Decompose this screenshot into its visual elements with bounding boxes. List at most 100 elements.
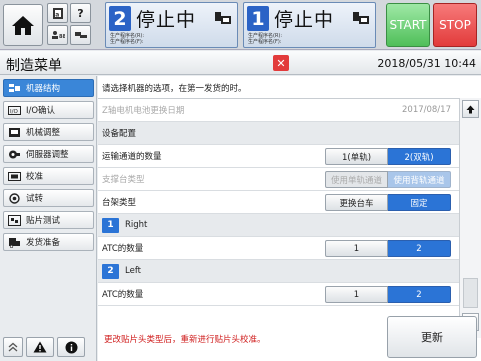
info-button[interactable] — [57, 337, 85, 357]
home-button[interactable] — [3, 4, 43, 46]
sidebar-item-mount-test[interactable]: 贴片测试 — [3, 211, 94, 229]
lane-status-text: 停止中 — [136, 9, 197, 31]
row-label: 台架类型 — [102, 198, 137, 208]
option-fixed[interactable]: 固定 — [388, 194, 451, 211]
update-button[interactable]: 更新 — [387, 316, 477, 358]
vertical-scrollbar[interactable] — [459, 98, 481, 338]
sidebar-item-io-check[interactable]: I/O I/O确认 — [3, 101, 94, 119]
calibration-icon — [8, 171, 21, 182]
section-label: 设备配置 — [102, 129, 137, 139]
svg-text:a: a — [55, 11, 59, 18]
row-label: ATC的数量 — [102, 244, 144, 254]
mount-test-icon — [8, 214, 21, 226]
option-atc-2[interactable]: 2 — [388, 240, 451, 257]
sidebar-item-servo-adjust[interactable]: 伺服器调整 — [3, 145, 94, 163]
start-button[interactable]: START — [386, 3, 430, 47]
lane-program-info: 生产程序名(R): 生产程序名(F): — [248, 33, 283, 45]
lane-status-panel-1[interactable]: 1 停止中 生产程序名(R): 生产程序名(F): — [243, 2, 376, 48]
mechanical-adjust-icon — [8, 127, 21, 138]
table-row-atc-count-left: ATC的数量 1 2 — [98, 283, 459, 306]
lane-status-text: 停止中 — [274, 9, 335, 31]
atc-count-selector-right: 1 2 — [325, 240, 451, 257]
lane-program-info: 生产程序名(R): 生产程序名(F): — [110, 33, 145, 45]
option-single-lane-support[interactable]: 使用单轨通道 — [325, 171, 388, 188]
machine-head-icon — [215, 12, 231, 24]
sidebar-item-shipping-prep[interactable]: 发货准备 — [3, 233, 94, 251]
sidebar-item-label: 伺服器调整 — [26, 150, 69, 160]
trial-run-icon — [8, 192, 21, 204]
sidebar-item-trial-run[interactable]: 试转 — [3, 189, 94, 207]
datetime: 2018/05/31 10:44 — [377, 57, 476, 70]
close-button[interactable]: ✕ — [273, 55, 289, 71]
table-row-support-type: 支撑台类型 使用单轨通道 使用背轨通道 — [98, 168, 459, 191]
option-exchange-cart[interactable]: 更换台车 — [325, 194, 388, 211]
machine-structure-icon — [8, 83, 21, 94]
section-header-lane-right: 1 Right — [98, 214, 459, 237]
warning-message: 更改贴片头类型后，重新进行贴片头校准。 — [104, 335, 266, 345]
machine-head-icon — [353, 12, 369, 24]
sidebar-item-mechanical-adjust[interactable]: 机械调整 — [3, 123, 94, 141]
warning-icon — [33, 341, 47, 353]
row-value: 2017/08/17 — [402, 105, 451, 115]
sidebar-item-label: 机械调整 — [26, 128, 61, 138]
sidebar-item-label: 校准 — [26, 172, 44, 182]
conveyor-button[interactable] — [70, 25, 91, 45]
title-bar: 制造菜单 ✕ 2018/05/31 10:44 — [0, 51, 481, 75]
arrow-up-icon — [466, 105, 475, 113]
option-atc-1[interactable]: 1 — [325, 286, 388, 303]
section-label: Right — [125, 220, 148, 230]
lane-status-panel-2[interactable]: 2 停止中 生产程序名(R): 生产程序名(F): — [105, 2, 238, 48]
sidebar-item-label: I/O确认 — [26, 106, 56, 116]
svg-text:88: 88 — [59, 34, 65, 40]
sidebar-bottom-toolbar — [3, 337, 85, 357]
support-type-selector: 使用单轨通道 使用背轨通道 — [325, 171, 451, 188]
main-panel: 请选择机器的选项，在第一发货的时。 Z轴电机电池更换日期 2017/08/17 … — [98, 76, 481, 361]
info-icon — [65, 341, 77, 353]
lane-number-tag: 1 — [102, 217, 119, 233]
lane-number-badge: 1 — [247, 6, 269, 31]
warning-button[interactable] — [26, 337, 54, 357]
sidebar-item-calibration[interactable]: 校准 — [3, 167, 94, 185]
manual-icon: a — [52, 7, 63, 19]
operator-icon: 88 — [51, 31, 65, 40]
option-single-lane[interactable]: 1(单轨) — [325, 148, 388, 165]
instruction-text: 请选择机器的选项，在第一发货的时。 — [102, 84, 247, 94]
operator-switch-button[interactable]: 88 — [47, 25, 68, 45]
collapse-button[interactable] — [3, 337, 23, 357]
section-label: Left — [125, 266, 141, 276]
table-row-conveyor-count: 运输通道的数量 1(单轨) 2(双轨) — [98, 145, 459, 168]
table-row-z-battery: Z轴电机电池更换日期 2017/08/17 — [98, 99, 459, 122]
table-row-atc-count-right: ATC的数量 1 2 — [98, 237, 459, 260]
svg-text:I/O: I/O — [10, 109, 18, 115]
section-header-lane-left: 2 Left — [98, 260, 459, 283]
option-dual-lane[interactable]: 2(双轨) — [388, 148, 451, 165]
page-title: 制造菜单 — [6, 58, 62, 74]
sidebar-item-machine-structure[interactable]: 机器结构 — [3, 79, 94, 97]
close-icon: ✕ — [276, 56, 286, 70]
sidebar-item-label: 机器结构 — [26, 84, 61, 94]
scroll-thumb[interactable] — [463, 278, 478, 308]
scroll-up-button[interactable] — [462, 100, 479, 118]
stop-button[interactable]: STOP — [433, 3, 477, 47]
row-label: 支撑台类型 — [102, 175, 145, 185]
manual-button[interactable]: a — [47, 3, 68, 23]
row-label: 运输通道的数量 — [102, 152, 162, 162]
rack-type-selector: 更换台车 固定 — [325, 194, 451, 211]
atc-count-selector-left: 1 2 — [325, 286, 451, 303]
io-icon: I/O — [8, 105, 21, 116]
home-icon — [12, 16, 34, 35]
shipping-icon — [8, 237, 21, 248]
lane-number-tag: 2 — [102, 263, 119, 279]
lane-number-badge: 2 — [109, 6, 131, 31]
top-status-bar: a ? 88 2 停止中 生产程序名(R): 生产程序名(F): 1 停止中 生… — [0, 0, 481, 50]
option-atc-2[interactable]: 2 — [388, 286, 451, 303]
option-back-lane-support[interactable]: 使用背轨通道 — [388, 171, 451, 188]
sidebar-item-label: 试转 — [26, 194, 44, 204]
row-label: ATC的数量 — [102, 290, 144, 300]
help-button[interactable]: ? — [70, 3, 91, 23]
servo-icon — [8, 149, 21, 160]
sidebar-item-label: 发货准备 — [26, 238, 61, 248]
option-atc-1[interactable]: 1 — [325, 240, 388, 257]
help-icon: ? — [77, 6, 84, 20]
row-label: Z轴电机电池更换日期 — [102, 106, 185, 116]
